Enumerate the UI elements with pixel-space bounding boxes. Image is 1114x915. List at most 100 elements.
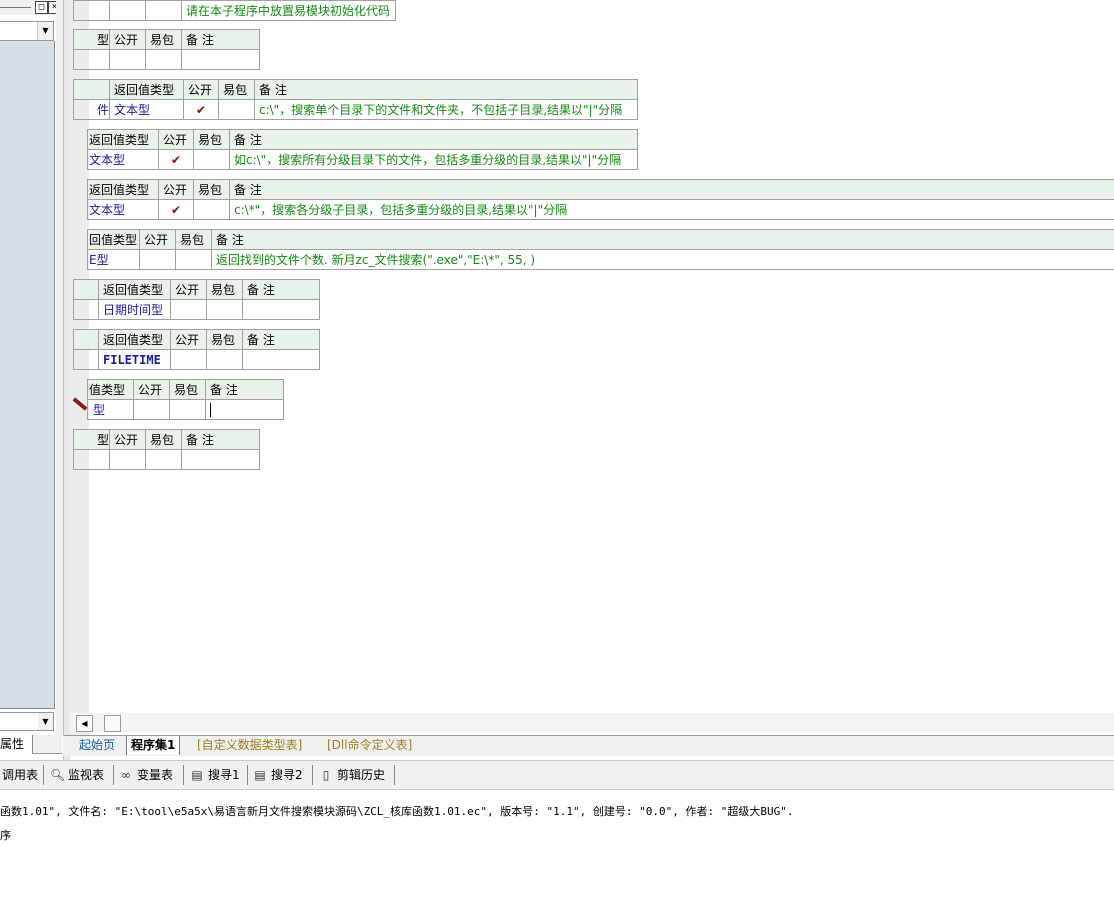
col-epkg: 易包	[206, 279, 243, 300]
col-public: 公开	[170, 279, 207, 300]
col-note: 备 注	[229, 179, 1114, 200]
sub-table-9: 型公开 易包备 注	[73, 429, 260, 470]
epkg-cell[interactable]	[193, 199, 230, 220]
note-cell[interactable]: 如c:\"，搜索所有分级目录下的文件，包括多重分级的目录,结果以"|"分隔	[229, 149, 638, 170]
text-caret	[210, 402, 211, 417]
return-type-cell[interactable]: 文本型	[87, 149, 159, 170]
tab-start-page[interactable]: 起始页	[75, 736, 119, 755]
tab-variable-table[interactable]: ∞ 变量表	[119, 766, 173, 784]
note-cell-active[interactable]	[205, 399, 284, 420]
return-type-cell[interactable]: 文本型	[109, 99, 184, 120]
checkmark-icon[interactable]: ✔	[158, 199, 194, 220]
checkmark-icon[interactable]: ✔	[183, 99, 219, 120]
tab-watch-table[interactable]: 🔍︎ 监视表	[50, 766, 104, 784]
public-cell[interactable]	[133, 399, 170, 420]
sub-table-4: 返回值类型 公开 易包备 注 文本型 ✔ c:\*"，搜索各分级子目录，包括多重分级的目…	[87, 179, 1114, 220]
panel-tab-strip	[32, 735, 62, 754]
cell[interactable]	[73, 449, 110, 470]
return-type-cell[interactable]: 文本型	[87, 199, 159, 220]
variable-icon: ∞	[121, 768, 131, 782]
sub-table-0: 请在本子程序中放置易模块初始化代码	[73, 0, 396, 21]
tab-search-2[interactable]: ▤ 搜寻2	[253, 766, 303, 784]
chevron-down-icon[interactable]: ▼	[37, 22, 53, 40]
clip-history-label: 剪辑历史	[337, 768, 386, 782]
col-return-type: 返回值类型	[87, 129, 159, 150]
panel-title-bar: □ ×	[0, 0, 63, 15]
tab-call-table[interactable]: 调用表	[2, 766, 38, 784]
chevron-down-icon[interactable]: ▼	[38, 713, 53, 730]
col-note: 备 注	[242, 279, 320, 300]
note-cell[interactable]: c:\*"，搜索各分级子目录，包括多重分级的目录,结果以"|"分隔	[229, 199, 1114, 220]
return-type-cell[interactable]: 型	[87, 399, 134, 420]
note-cell[interactable]	[242, 349, 320, 370]
col-epkg: 易包	[193, 129, 230, 150]
col-public: 公开	[158, 179, 194, 200]
cell[interactable]	[145, 49, 182, 70]
col-return-type: 返回值类型	[98, 329, 171, 350]
tab-search-1[interactable]: ▤ 搜寻1	[190, 766, 240, 784]
col-type: 型	[73, 429, 110, 450]
sub-table-5: 回值类型 公开 易包备 注 E型 返回找到的文件个数. 新月zc_文件搜索(".exe…	[87, 229, 1114, 270]
note-cell[interactable]: 返回找到的文件个数. 新月zc_文件搜索(".exe","E:\*", 55, …	[211, 249, 1114, 270]
col-public: 公开	[158, 129, 194, 150]
public-cell[interactable]	[139, 249, 176, 270]
output-line-2: 序	[0, 829, 11, 842]
tab-custom-data-types[interactable]: [自定义数据类型表]	[193, 736, 306, 755]
col-epkg: 易包	[218, 79, 255, 100]
name-cell[interactable]: 件	[73, 99, 110, 120]
property-dropdown[interactable]: ▼	[0, 712, 54, 731]
find-icon: ▤	[254, 768, 266, 782]
sub-table-2: 返回值类型 公开 易包备 注 件文本型 ✔ c:\"，搜索单个目录下的文件和文件夹，不包…	[73, 79, 638, 120]
search2-label: 搜寻2	[271, 768, 303, 782]
tab-clip-history[interactable]: ▯ 剪辑历史	[319, 766, 385, 784]
epkg-cell[interactable]	[193, 149, 230, 170]
cell[interactable]	[145, 449, 182, 470]
object-selector[interactable]: ▼	[0, 21, 54, 41]
checkmark-icon[interactable]: ✔	[158, 149, 194, 170]
cell[interactable]	[73, 49, 110, 70]
public-cell[interactable]	[170, 299, 207, 320]
col-public: 公开	[133, 379, 170, 400]
note-cell[interactable]: c:\"，搜索单个目录下的文件和文件夹，不包括子目录,结果以"|"分隔	[254, 99, 638, 120]
return-type-cell[interactable]: 日期时间型	[98, 299, 171, 320]
col-type: 型	[73, 29, 110, 50]
epkg-cell[interactable]	[175, 249, 212, 270]
cell[interactable]	[181, 449, 260, 470]
scroll-left-icon[interactable]: ◀	[76, 715, 93, 732]
property-list[interactable]	[0, 41, 55, 709]
cell[interactable]	[109, 449, 146, 470]
col-public: 公开	[109, 429, 146, 450]
epkg-cell[interactable]	[206, 349, 243, 370]
epkg-cell[interactable]	[206, 299, 243, 320]
cell[interactable]	[181, 49, 260, 70]
find-icon: ▤	[191, 768, 203, 782]
epkg-cell[interactable]	[218, 99, 255, 120]
epkg-cell[interactable]	[169, 399, 206, 420]
sub-table-3: 返回值类型 公开 易包备 注 文本型 ✔ 如c:\"，搜索所有分级目录下的文件，包括多重…	[87, 129, 638, 170]
maximize-icon[interactable]: □	[35, 1, 48, 14]
tab-properties[interactable]: 属性	[0, 735, 33, 753]
note-cell[interactable]	[242, 299, 320, 320]
return-type-cell[interactable]: FILETIME	[98, 349, 171, 370]
col-epkg: 易包	[193, 179, 230, 200]
tab-program-set-1[interactable]: 程序集1	[126, 736, 181, 755]
col-epkg: 易包	[175, 229, 212, 250]
public-cell[interactable]	[170, 349, 207, 370]
col-note: 备 注	[181, 429, 260, 450]
sub-table-1: 型公开 易包备 注	[73, 29, 260, 70]
note-cell[interactable]: 请在本子程序中放置易模块初始化代码	[181, 0, 396, 21]
col-epkg: 易包	[145, 29, 182, 50]
cell[interactable]	[109, 49, 146, 70]
tab-dll-commands[interactable]: [Dll命令定义表]	[323, 736, 416, 755]
col-public: 公开	[109, 29, 146, 50]
col-return-type: 返回值类型	[87, 179, 159, 200]
return-type-cell[interactable]: E型	[87, 249, 140, 270]
col-return-type: 回值类型	[87, 229, 140, 250]
scroll-thumb[interactable]	[104, 715, 121, 732]
col-note: 备 注	[254, 79, 638, 100]
col-public: 公开	[139, 229, 176, 250]
col-epkg: 易包	[145, 429, 182, 450]
search1-label: 搜寻1	[208, 768, 240, 782]
horizontal-scrollbar[interactable]: ◀	[69, 713, 1114, 732]
col-epkg: 易包	[206, 329, 243, 350]
